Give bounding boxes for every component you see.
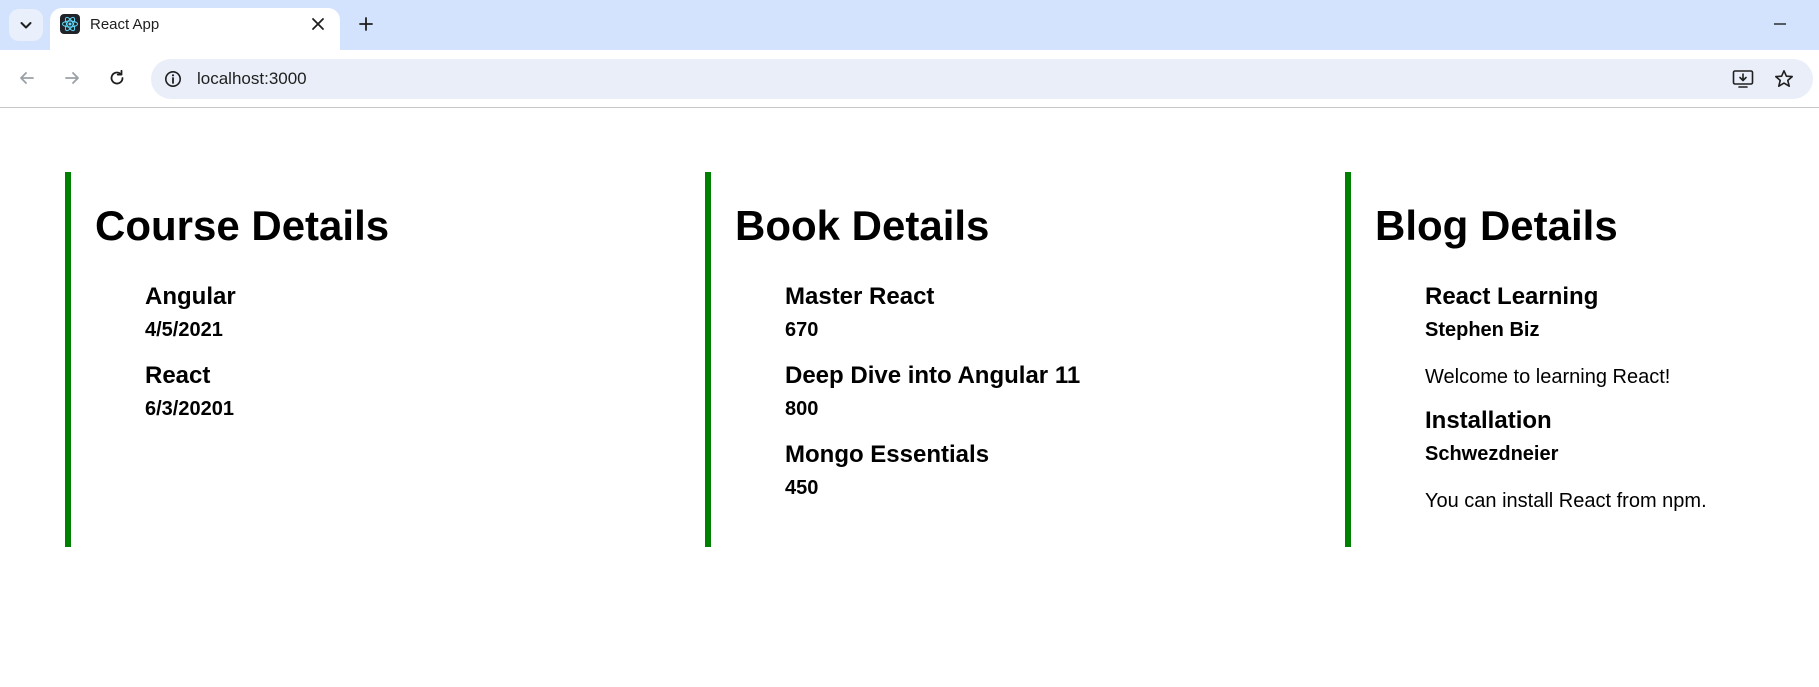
install-app-button[interactable]: [1729, 65, 1757, 93]
bookmark-button[interactable]: [1770, 65, 1798, 93]
book-item: Mongo Essentials 450: [785, 440, 1205, 501]
blog-content: You can install React from npm.: [1425, 490, 1707, 512]
reload-button[interactable]: [101, 62, 133, 94]
course-name: React: [145, 362, 211, 389]
back-button[interactable]: [11, 62, 43, 94]
book-details-section: Book Details Master React 670 Deep Dive …: [705, 172, 1265, 547]
react-logo-icon: [60, 14, 80, 34]
course-list: Angular 4/5/2021 React 6/3/20201: [145, 282, 565, 440]
blog-title: Installation: [1425, 407, 1552, 434]
tab-close-button[interactable]: [306, 12, 330, 36]
course-details-heading: Course Details: [95, 202, 390, 249]
book-name: Master React: [785, 283, 935, 310]
site-info-button[interactable]: [157, 63, 189, 95]
course-name: Angular: [145, 283, 236, 310]
blog-author: Schwezdneier: [1425, 443, 1559, 465]
plus-icon: [359, 17, 373, 31]
arrow-right-icon: [65, 72, 79, 84]
blog-author: Stephen Biz: [1425, 319, 1540, 341]
address-bar[interactable]: localhost:3000: [151, 59, 1813, 99]
page-content: Course Details Angular 4/5/2021 React 6/…: [0, 108, 1819, 687]
active-tab[interactable]: React App: [50, 8, 340, 50]
browser-tab-bar: React App: [0, 0, 1819, 50]
book-price: 670: [785, 319, 819, 341]
blog-list: React Learning Stephen Biz Welcome to le…: [1425, 282, 1819, 530]
blog-title: React Learning: [1425, 283, 1599, 310]
blog-details-heading: Blog Details: [1375, 202, 1618, 249]
tab-search-button[interactable]: [9, 9, 43, 41]
course-details-section: Course Details Angular 4/5/2021 React 6/…: [65, 172, 625, 547]
chevron-down-icon: [20, 22, 32, 29]
book-item: Deep Dive into Angular 11 800: [785, 361, 1205, 422]
book-list: Master React 670 Deep Dive into Angular …: [785, 282, 1205, 519]
info-icon: [165, 71, 181, 87]
arrow-left-icon: [20, 72, 34, 84]
star-icon: [1775, 70, 1793, 87]
book-name: Mongo Essentials: [785, 441, 990, 468]
new-tab-button[interactable]: [352, 10, 380, 38]
forward-button[interactable]: [56, 62, 88, 94]
book-price: 800: [785, 398, 819, 420]
book-details-heading: Book Details: [735, 202, 990, 249]
blog-item: Installation Schwezdneier You can instal…: [1425, 406, 1819, 514]
close-icon: [312, 18, 324, 30]
course-item: React 6/3/20201: [145, 361, 565, 422]
minimize-button[interactable]: [1766, 10, 1794, 38]
book-name: Deep Dive into Angular 11: [785, 362, 1081, 389]
reload-icon: [110, 69, 124, 85]
tab-title: React App: [90, 16, 160, 33]
url-text[interactable]: localhost:3000: [197, 69, 307, 89]
minimize-icon: [1774, 23, 1786, 25]
blog-item: React Learning Stephen Biz Welcome to le…: [1425, 282, 1819, 390]
browser-toolbar: localhost:3000: [0, 50, 1819, 108]
course-date: 6/3/20201: [145, 398, 234, 420]
blog-content: Welcome to learning React!: [1425, 366, 1671, 388]
course-date: 4/5/2021: [145, 319, 223, 341]
blog-details-section: Blog Details React Learning Stephen Biz …: [1345, 172, 1805, 547]
install-app-icon: [1732, 70, 1754, 88]
course-item: Angular 4/5/2021: [145, 282, 565, 343]
book-item: Master React 670: [785, 282, 1205, 343]
book-price: 450: [785, 477, 819, 499]
